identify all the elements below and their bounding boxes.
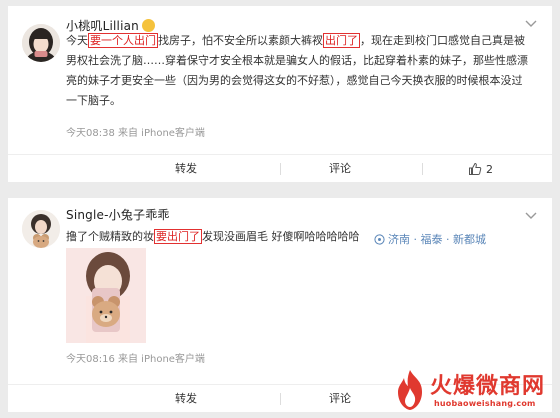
divider [280,393,281,405]
share-button[interactable]: 转发 [166,385,206,413]
username[interactable]: 小桃叽Lillian [66,17,155,34]
highlighted-text: 要一个人出门 [88,33,158,48]
post-text-line-1: 撸了个贼精致的妆 要出门了 发现没画眉毛 好傻啊哈哈哈哈哈 [66,229,360,244]
share-button[interactable]: 转发 [166,155,206,183]
location-pin-icon [374,233,385,245]
comment-button[interactable]: 评论 [320,155,360,183]
chevron-down-icon[interactable] [522,14,540,32]
weibo-post-1: 小桃叽Lillian 今天 要一个人出门 找房子，怕不安全所以素颜大裤衩 出门了 ，现在… [8,6,552,182]
site-watermark: 火爆微商网 huobaoweishang.com [390,364,558,416]
avatar[interactable] [22,210,60,248]
post-text: 今天 [66,34,88,47]
watermark-text-en: huobaoweishang.com [434,399,536,408]
post-timestamp: 今天08:38 来自 iPhone客户端 [66,128,205,139]
highlighted-text: 要出门了 [154,229,202,244]
post-text-line-4: 一下脑子。 [66,94,121,107]
action-bar: 转发 评论 2 [8,154,552,182]
location-link[interactable]: 济南 · 福泰 · 新都城 [374,231,486,247]
post-timestamp: 今天08:16 来自 iPhone客户端 [66,354,205,365]
location-text: 济南 · 福泰 · 新都城 [388,233,486,246]
chevron-down-icon[interactable] [522,206,540,224]
post-text: ，现在走到校门口感觉自己真是被 [360,34,525,47]
post-text-line-3: 亮的妹子才更安全一些（因为男的会觉得这女的不好惹），感觉自己今天换衣服的时候根本… [66,74,523,87]
smile-emoji-icon [141,19,155,32]
divider [422,163,423,175]
avatar[interactable] [22,24,60,62]
thumbs-up-icon [469,162,482,175]
post-text: 找房子，怕不安全所以素颜大裤衩 [158,34,323,47]
watermark-text-cn: 火爆微商网 [430,374,546,399]
post-photo[interactable] [66,248,146,343]
post-text-line-1: 今天 要一个人出门 找房子，怕不安全所以素颜大裤衩 出门了 ，现在走到校门口感觉自己真是… [66,33,525,48]
post-text: 撸了个贼精致的妆 [66,230,154,243]
divider [280,163,281,175]
username[interactable]: Single-小兔子乖乖 [66,206,170,223]
like-count: 2 [486,162,493,176]
post-text-line-2: 男权社会洗了脑……穿着保守才安全根本就是骗女人的假话，比起穿着朴素的妹子，那些性… [66,54,528,67]
highlighted-text: 出门了 [323,33,360,48]
post-text: 发现没画眉毛 好傻啊哈哈哈哈哈 [202,230,360,243]
like-button[interactable]: 2 [468,161,493,177]
comment-button[interactable]: 评论 [320,385,360,413]
fire-logo-icon [398,370,422,410]
